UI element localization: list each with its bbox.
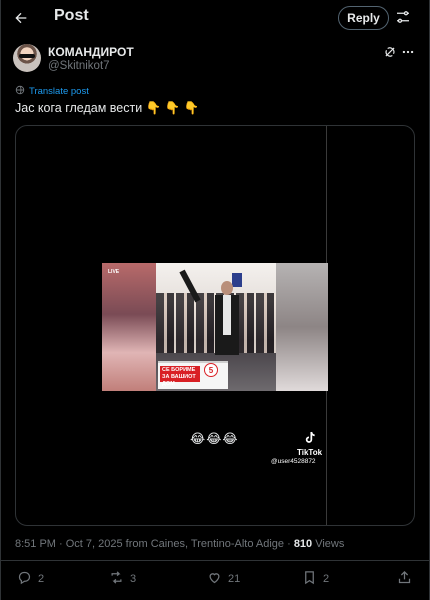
like-icon — [207, 570, 222, 588]
tiktok-watermark: TikTok — [297, 448, 323, 457]
post-text: Јас кога гледам вести 👇 👇 👇 — [15, 101, 200, 115]
translate-post-link[interactable]: Translate post — [15, 85, 89, 98]
author-handle[interactable]: @Skitnikot7 — [48, 60, 110, 72]
share-icon — [397, 570, 412, 588]
translate-icon — [15, 85, 25, 98]
action-bar: 2 3 21 2 — [1, 570, 430, 590]
video-frame: СЕ БОРИМЕ ЗА ВАШИОТ ДОМ 5 LIVE — [102, 263, 328, 391]
reply-action[interactable]: 2 — [17, 570, 44, 588]
live-badge: LIVE — [108, 269, 120, 275]
reply-count: 2 — [38, 573, 45, 585]
bookmark-count: 2 — [323, 573, 330, 585]
settings-icon[interactable] — [394, 8, 412, 26]
repost-action[interactable]: 3 — [109, 570, 136, 588]
tiktok-user: @user4528872 — [271, 458, 316, 465]
translate-label: Translate post — [29, 86, 89, 97]
post-meta: 8:51 PM · Oct 7, 2025 from Caines, Trent… — [15, 538, 344, 550]
reply-icon — [17, 570, 32, 588]
like-count: 21 — [228, 573, 241, 585]
post-page: Post Reply КОМАНДИРОТ @Skitnikot7 Transl… — [0, 0, 430, 600]
repost-icon — [109, 570, 124, 588]
back-arrow-icon[interactable] — [11, 8, 31, 28]
views-count: 810 — [293, 538, 313, 550]
video-blur-left — [102, 263, 156, 391]
more-icon[interactable] — [401, 45, 415, 59]
podium-sign: СЕ БОРИМЕ ЗА ВАШИОТ ДОМ — [160, 366, 200, 387]
bookmark-icon — [302, 570, 317, 588]
share-action[interactable] — [397, 570, 412, 588]
reply-button[interactable]: Reply — [338, 6, 389, 30]
page-title: Post — [54, 7, 89, 24]
tiktok-icon — [302, 430, 318, 446]
views-label: Views — [312, 538, 345, 550]
overlay-emojis: 😂😂😂 — [190, 431, 239, 446]
repost-count: 3 — [130, 573, 137, 585]
author-display-name[interactable]: КОМАНДИРОТ — [48, 45, 134, 59]
header: Post Reply — [1, 0, 430, 36]
podium-number: 5 — [204, 363, 218, 377]
bookmark-action[interactable]: 2 — [302, 570, 329, 588]
grok-icon[interactable] — [383, 45, 397, 59]
avatar[interactable] — [13, 44, 41, 72]
post-timestamp[interactable]: 8:51 PM · Oct 7, 2025 from Caines, Trent… — [15, 538, 294, 550]
video-blur-right — [276, 263, 328, 391]
like-action[interactable]: 21 — [207, 570, 240, 588]
divider — [1, 560, 430, 561]
post-video[interactable]: СЕ БОРИМЕ ЗА ВАШИОТ ДОМ 5 LIVE 😂😂😂 TikTo… — [15, 125, 415, 526]
